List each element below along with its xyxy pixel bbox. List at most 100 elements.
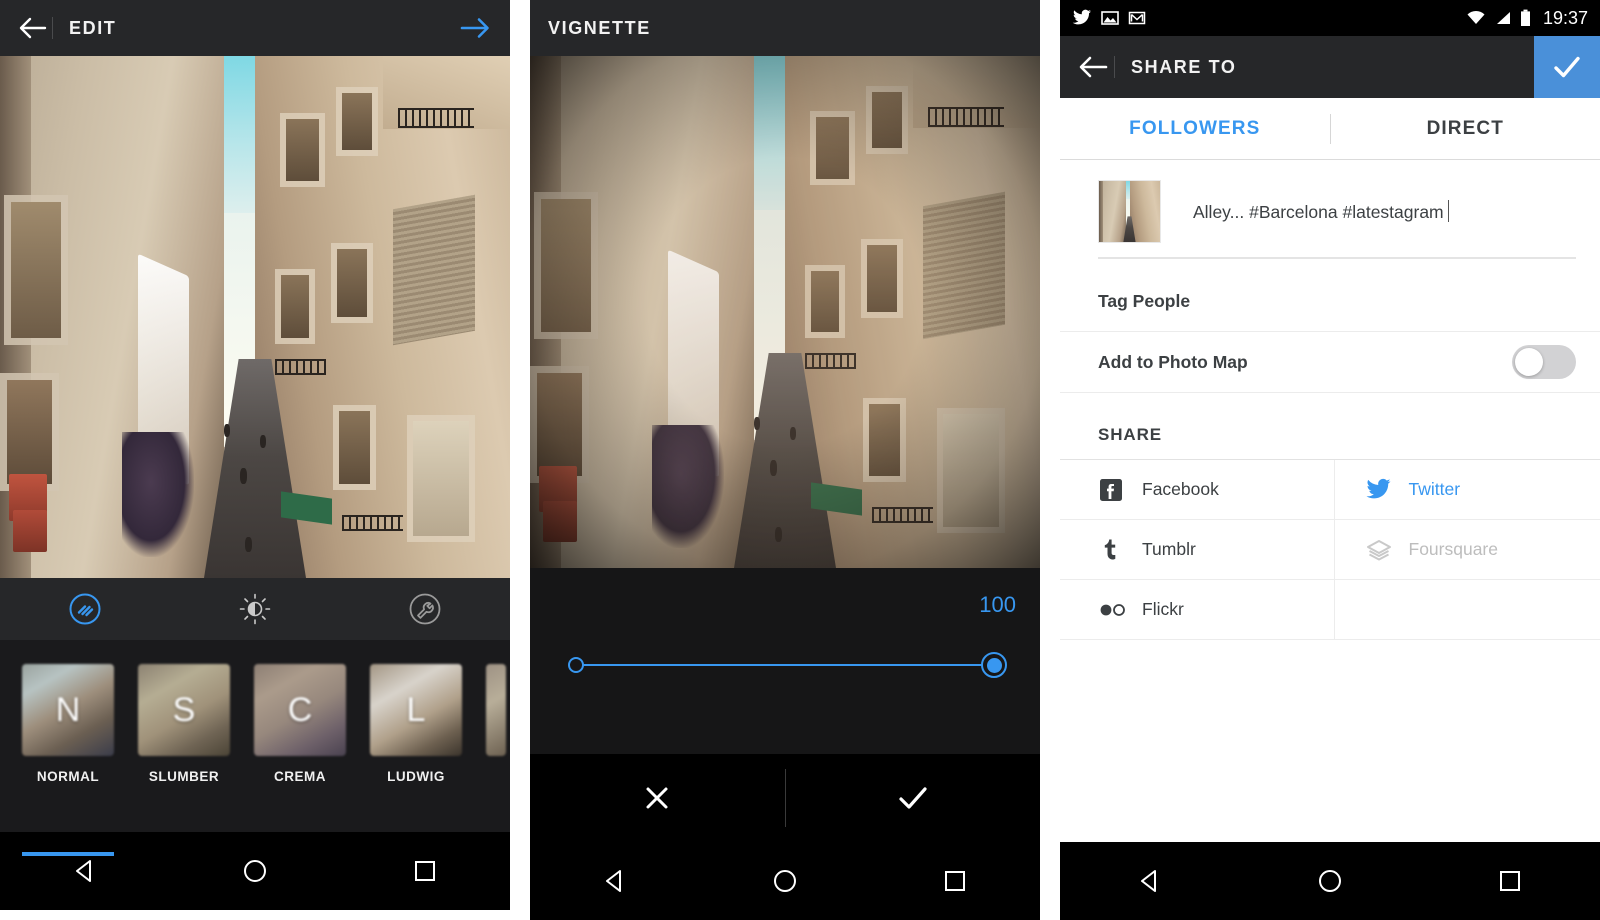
text-caret [1447, 200, 1449, 222]
tab-direct[interactable]: DIRECT [1331, 98, 1600, 159]
back-triangle-icon [598, 864, 632, 898]
vignette-topbar: VIGNETTE [530, 0, 1040, 56]
filter-item-normal[interactable]: N NORMAL [22, 664, 114, 856]
vignette-slider[interactable] [568, 652, 1007, 678]
window [341, 92, 373, 150]
balcony-vines [122, 431, 194, 558]
status-notification-icons [1072, 9, 1146, 27]
left-building [1099, 181, 1126, 242]
android-navbar [0, 832, 510, 910]
lux-tool[interactable] [170, 592, 340, 626]
window [285, 118, 319, 182]
share-topbar: SHARE TO [1060, 36, 1600, 98]
cancel-button[interactable] [530, 754, 785, 842]
filter-letter: L [406, 690, 426, 729]
recents-square-icon [938, 864, 972, 898]
filter-carousel[interactable]: N NORMAL S SLUMBER C CREMA L LUDWIG [0, 640, 510, 856]
add-to-photo-map-row[interactable]: Add to Photo Map [1060, 332, 1600, 393]
balcony-railing [397, 108, 475, 129]
garage-door [413, 421, 470, 537]
check-icon [1551, 52, 1583, 82]
filter-label: LUDWIG [387, 769, 445, 784]
nav-recents-button[interactable] [1420, 864, 1600, 898]
share-row: Flickr [1060, 580, 1600, 640]
filter-item-crema[interactable]: C CREMA [254, 664, 346, 832]
nav-recents-button[interactable] [870, 864, 1040, 898]
brightness-sun-icon [238, 592, 272, 626]
back-triangle-icon [1133, 864, 1167, 898]
window [280, 275, 309, 338]
add-to-photo-map-label: Add to Photo Map [1098, 351, 1248, 372]
edit-photo-preview[interactable] [0, 56, 510, 578]
filter-thumbnail: S [138, 664, 230, 756]
balcony-railing [275, 358, 327, 375]
slider-value: 100 [979, 592, 1016, 617]
filter-thumbnail: L [370, 664, 462, 756]
filter-label: NORMAL [36, 769, 100, 784]
share-target-flickr[interactable]: Flickr [1060, 580, 1334, 639]
share-screen: 19:37 SHARE TO FOLLOWERS DIRECT Alley...… [1060, 0, 1600, 920]
arrow-right-icon[interactable] [458, 16, 492, 40]
nav-home-button[interactable] [1240, 864, 1420, 898]
window-shutter [392, 194, 475, 346]
status-system-icons: 19:37 [1466, 8, 1588, 29]
tag-people-row[interactable]: Tag People [1060, 271, 1600, 332]
filter-item-slumber[interactable]: S SLUMBER [138, 664, 230, 832]
gmail-icon [1128, 10, 1146, 26]
pedestrian [239, 468, 247, 485]
share-confirm-button[interactable] [1534, 36, 1600, 98]
filter-thumbnail: N [22, 664, 114, 756]
apply-button[interactable] [786, 754, 1041, 842]
adjust-tool[interactable] [340, 592, 510, 626]
share-target-label: Twitter [1408, 479, 1461, 499]
foursquare-icon [1365, 537, 1399, 563]
filter-thumbnail: C [254, 664, 346, 756]
filter-tool[interactable] [0, 592, 170, 626]
home-circle-icon [768, 864, 802, 898]
nav-home-button[interactable] [700, 864, 870, 898]
arrow-left-icon[interactable] [1078, 54, 1110, 80]
caption-text: Alley... #Barcelona #latestagram [1193, 202, 1444, 222]
share-tabs: FOLLOWERS DIRECT [1060, 98, 1600, 160]
home-circle-icon [1313, 864, 1347, 898]
share-target-twitter[interactable]: Twitter [1335, 460, 1600, 519]
share-target-tumblr[interactable]: Tumblr [1060, 520, 1334, 579]
nav-back-button[interactable] [1060, 864, 1240, 898]
filter-item-partial[interactable] [486, 664, 506, 832]
caption-underline [1098, 257, 1576, 259]
wifi-icon [1466, 10, 1486, 26]
tab-followers[interactable]: FOLLOWERS [1060, 98, 1330, 159]
flickr-icon [1098, 602, 1132, 618]
planter [13, 510, 48, 552]
nav-back-button[interactable] [0, 854, 170, 888]
vignette-photo-preview[interactable] [530, 56, 1040, 568]
caption-input[interactable]: Alley... #Barcelona #latestagram [1193, 180, 1449, 223]
nav-recents-button[interactable] [340, 854, 510, 888]
share-target-label: Facebook [1142, 479, 1219, 499]
share-target-empty [1335, 580, 1600, 639]
share-target-foursquare[interactable]: Foursquare [1335, 520, 1600, 579]
recents-square-icon [408, 854, 442, 888]
filter-letter: S [172, 690, 196, 729]
twitter-icon [1365, 478, 1399, 501]
image-icon [1101, 10, 1119, 26]
home-circle-icon [238, 854, 272, 888]
twitter-icon [1072, 9, 1092, 27]
photo-thumbnail[interactable] [1098, 180, 1161, 243]
share-target-facebook[interactable]: Facebook [1060, 460, 1334, 519]
photo-map-toggle[interactable] [1512, 345, 1576, 379]
selected-filter-indicator [22, 852, 114, 856]
arrow-left-icon[interactable] [18, 16, 48, 40]
android-navbar [1060, 842, 1600, 920]
page-title: SHARE TO [1131, 56, 1237, 77]
nav-home-button[interactable] [170, 854, 340, 888]
filter-circle-icon [68, 592, 102, 626]
slider-thumb[interactable] [981, 652, 1007, 678]
wrench-circle-icon [408, 592, 442, 626]
window [11, 202, 61, 338]
caption-row[interactable]: Alley... #Barcelona #latestagram [1060, 160, 1600, 257]
nav-back-button[interactable] [530, 864, 700, 898]
window [6, 379, 52, 485]
filter-item-ludwig[interactable]: L LUDWIG [370, 664, 462, 832]
battery-icon [1520, 9, 1531, 27]
